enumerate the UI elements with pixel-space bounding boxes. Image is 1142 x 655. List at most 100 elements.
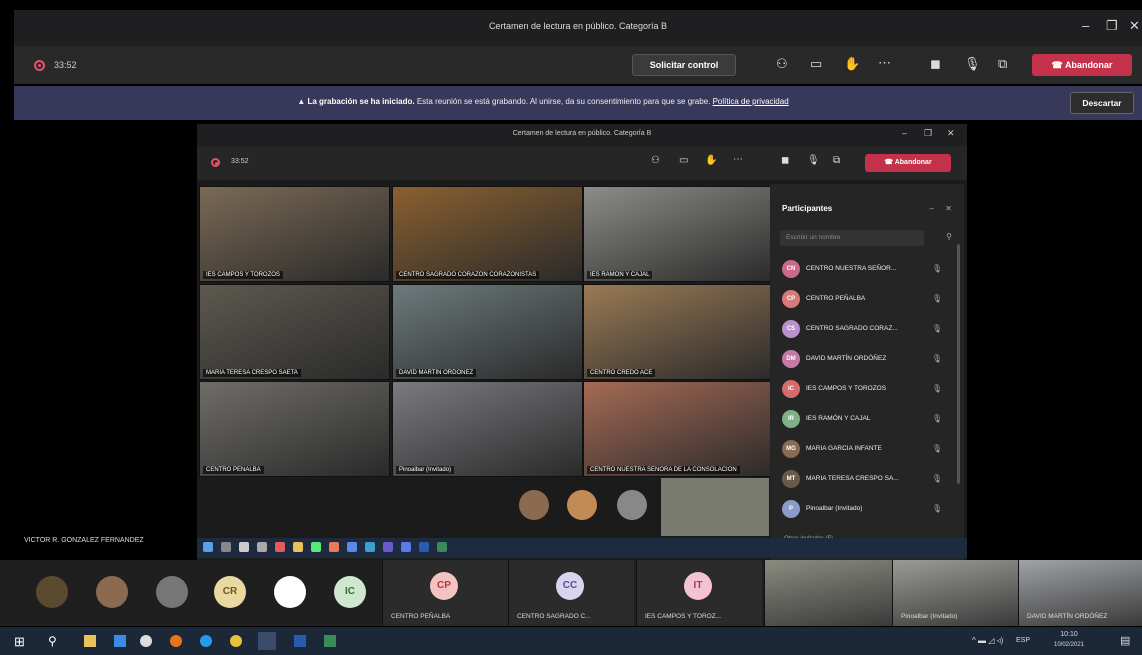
raise-hand-icon[interactable]: ✋ <box>844 56 860 72</box>
video-tile[interactable]: DAVID MARTÍN ORDÓÑEZ <box>392 284 583 380</box>
shared-screen-window: Certamen de lectura en público. Categorí… <box>197 124 967 560</box>
clock-date[interactable]: 10/02/2021 <box>1044 642 1094 648</box>
video-tile[interactable]: IES CAMPOS Y TOROZOS <box>199 186 390 282</box>
app-icon <box>401 542 411 552</box>
participant-video-tile[interactable]: Pinoalbar (Invitado) <box>892 560 1018 626</box>
chrome-icon[interactable] <box>140 635 152 647</box>
inner-people-icon: ⚇ <box>651 155 660 166</box>
avatar: CS <box>782 320 800 338</box>
avatar[interactable] <box>274 576 306 608</box>
search-icon[interactable]: ⚲ <box>48 634 57 648</box>
mic-off-icon[interactable]: 🎙 <box>964 56 981 72</box>
participant-item[interactable]: MT MARIA TERESA CRESPO SA... 🎙 <box>780 468 950 492</box>
banner-message: ▲ La grabación se ha iniciado. Esta reun… <box>14 97 1072 106</box>
request-control-button[interactable]: Solicitar control <box>632 54 736 76</box>
video-tile[interactable]: Pinoalbar (Invitado) <box>392 381 583 477</box>
banner-text: Esta reunión se está grabando. Al unirse… <box>414 97 713 106</box>
avatar <box>567 490 597 520</box>
avatar: CP <box>430 572 458 600</box>
notifications-icon[interactable]: ▤ <box>1120 634 1130 647</box>
banner-bold: La grabación se ha iniciado. <box>307 97 415 106</box>
participant-item[interactable]: P Pinoalbar (Invitado) 🎙 <box>780 498 950 522</box>
app-icon[interactable] <box>114 635 126 647</box>
inner-window-title: Certamen de lectura en público. Categorí… <box>512 130 652 137</box>
file-explorer-icon[interactable] <box>84 635 96 647</box>
participant-item[interactable]: IC IES CAMPOS Y TOROZOS 🎙 <box>780 378 950 402</box>
app-icon <box>275 542 285 552</box>
teams-icon[interactable] <box>258 632 276 650</box>
share-screen-icon[interactable]: ⧉ <box>998 56 1007 72</box>
leave-button[interactable]: ☎ Abandonar <box>1032 54 1132 76</box>
language-indicator[interactable]: ESP <box>1016 637 1030 644</box>
participant-video-tile[interactable] <box>764 560 892 626</box>
avatar[interactable] <box>96 576 128 608</box>
mic-muted-icon: 🎙 <box>931 474 942 483</box>
video-tile[interactable]: CENTRO NUESTRA SEÑORA DE LA CONSOLACIÓN <box>583 381 774 477</box>
participant-item[interactable]: CP CENTRO PEÑALBA 🎙 <box>780 288 950 312</box>
participant-item[interactable]: CS CENTRO SAGRADO CORAZ... 🎙 <box>780 318 950 342</box>
video-tile-label: CENTRO NUESTRA SEÑORA DE LA CONSOLACIÓN <box>587 466 740 474</box>
app-icon <box>365 542 375 552</box>
app-icon[interactable] <box>230 635 242 647</box>
minimize-button[interactable]: – <box>1082 18 1089 33</box>
participant-tile[interactable]: CC CENTRO SAGRADO C... <box>508 560 634 626</box>
participant-name: IES RAMÓN Y CAJAL <box>806 415 871 422</box>
video-tile-label: CENTRO PEÑALBA <box>203 466 264 474</box>
participant-tile[interactable]: IT IES CAMPOS Y TOROZ... <box>636 560 762 626</box>
participant-item[interactable]: CN CENTRO NUESTRA SEÑOR... 🎙 <box>780 258 950 282</box>
inner-mic-icon: 🎙 <box>807 155 820 166</box>
video-tile[interactable]: CENTRO SAGRADO CORAZÓN CORAZONISTAS <box>392 186 583 282</box>
task-view-icon <box>239 542 249 552</box>
video-tile[interactable]: CENTRO CREDO ACE <box>583 284 774 380</box>
meeting-timer: 33:52 <box>54 60 77 70</box>
mic-muted-icon: 🎙 <box>931 264 942 273</box>
avatar[interactable]: IC <box>334 576 366 608</box>
inner-hand-icon: ✋ <box>705 155 718 166</box>
inner-chat-icon: ▭ <box>679 155 689 166</box>
video-tile[interactable]: MARÍA TERESA CRESPO SAETA <box>199 284 390 380</box>
panel-title: Participantes <box>782 204 833 213</box>
video-tile[interactable]: CENTRO PEÑALBA <box>199 381 390 477</box>
privacy-link[interactable]: Política de privacidad <box>713 97 789 106</box>
dismiss-button[interactable]: Descartar <box>1070 92 1134 114</box>
participant-item[interactable]: MG MARIA GARCIA INFANTE 🎙 <box>780 438 950 462</box>
inner-title-bar: Certamen de lectura en público. Categorí… <box>197 124 967 146</box>
video-tile-label: IES RAMÓN Y CAJAL <box>587 271 653 279</box>
meeting-toolbar: 33:52 Solicitar control ⚇ ▭ ✋ ⋯ ◼ 🎙 ⧉ ☎ … <box>14 46 1142 84</box>
participant-video-tile[interactable]: DAVID MARTÍN ORDÓÑEZ <box>1018 560 1142 626</box>
firefox-icon[interactable] <box>170 635 182 647</box>
mic-muted-icon: 🎙 <box>931 324 942 333</box>
windows-start-icon[interactable]: ⊞ <box>14 634 25 650</box>
app-icon <box>257 542 267 552</box>
participant-name: Pinoalbar (Invitado) <box>806 505 863 512</box>
participant-tile[interactable]: CP CENTRO PEÑALBA <box>382 560 508 626</box>
app-icon <box>419 542 429 552</box>
avatar[interactable] <box>36 576 68 608</box>
avatar: MT <box>782 470 800 488</box>
word-icon[interactable] <box>294 635 306 647</box>
avatar[interactable] <box>156 576 188 608</box>
os-taskbar: ⊞ ⚲ ^ ▬ ◿ ◃) ESP 10:10 10/02/2021 ▤ <box>0 627 1142 655</box>
maximize-button[interactable]: ❐ <box>1106 18 1118 34</box>
clock-time[interactable]: 10:10 <box>1044 631 1094 638</box>
close-button[interactable]: ✕ <box>1129 18 1140 34</box>
participant-name: MARIA TERESA CRESPO SA... <box>806 475 899 482</box>
participant-item[interactable]: DM DAVID MARTÍN ORDÓÑEZ 🎙 <box>780 348 950 372</box>
camera-off-icon[interactable]: ◼ <box>930 56 941 72</box>
chat-icon[interactable]: ▭ <box>810 56 822 72</box>
app-icon <box>347 542 357 552</box>
more-options-icon[interactable]: ⋯ <box>878 55 891 71</box>
avatar[interactable]: CR <box>214 576 246 608</box>
app-icon[interactable] <box>324 635 336 647</box>
mic-muted-icon: 🎙 <box>931 354 942 363</box>
self-video-preview <box>661 478 769 536</box>
participant-item[interactable]: IR IES RAMÓN Y CAJAL 🎙 <box>780 408 950 432</box>
people-icon[interactable]: ⚇ <box>776 56 788 72</box>
inner-leave-label: Abandonar <box>894 159 932 166</box>
video-tile[interactable]: IES RAMÓN Y CAJAL <box>583 186 774 282</box>
presenter-name: VICTOR R. GONZALEZ FERNANDEZ <box>24 537 144 544</box>
participant-name: CENTRO PEÑALBA <box>806 295 866 302</box>
mic-muted-icon: 🎙 <box>931 414 942 423</box>
edge-icon[interactable] <box>200 635 212 647</box>
system-tray-icons[interactable]: ^ ▬ ◿ ◃) <box>972 636 1003 645</box>
